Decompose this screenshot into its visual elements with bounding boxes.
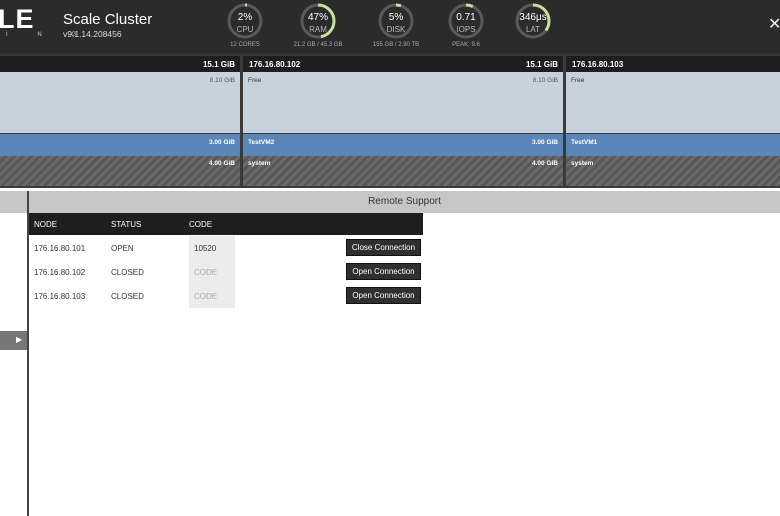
top-bar: LE I N G Scale Cluster v9.1.14.208456 2%… <box>0 0 780 54</box>
node-header: 176.16.80.103 <box>566 56 780 72</box>
brand-logo: LE <box>0 4 35 34</box>
column-header-node: NODE <box>34 220 58 229</box>
panel-title: Remote Support <box>368 196 441 207</box>
support-code-placeholder: CODE <box>194 268 218 277</box>
system-value: 4.00 GiB <box>531 160 558 167</box>
gauge-value: 346μs <box>519 12 547 23</box>
support-code-field[interactable]: CODE <box>189 260 235 284</box>
gauge-label: CPU <box>236 25 254 34</box>
support-code-field[interactable]: CODE <box>189 284 235 308</box>
open-connection-button[interactable]: Open Connection <box>346 287 421 304</box>
app-window: LE I N G Scale Cluster v9.1.14.208456 2%… <box>0 0 780 516</box>
panel-header: Remote Support <box>29 191 780 213</box>
sidebar-header <box>0 191 27 213</box>
gauge-value: 0.71 <box>456 12 476 23</box>
table-row: 176.16.80.102 CLOSED CODE Open Connectio… <box>29 260 423 284</box>
node-header: 176.16.80.102 15.1 GiB <box>243 56 563 72</box>
node-address: 176.16.80.102 <box>34 268 86 277</box>
free-memory-block: Free 8.10 GiB <box>243 72 563 133</box>
vm-memory-block[interactable]: TestVM2 3.00 GiB <box>243 134 563 156</box>
system-value: 4.00 GiB <box>208 160 235 167</box>
gauge-label: LAT <box>525 25 541 34</box>
system-memory-block: 4.00 GiB <box>0 156 240 186</box>
node-card[interactable]: 15.1 GiB 8.10 GiB 3.00 GiB 4.00 GiB <box>0 56 240 186</box>
gauge-value: 47% <box>307 12 328 23</box>
table-row: 176.16.80.101 OPEN 10520 Close Connectio… <box>29 236 423 260</box>
node-address: 176.16.80.101 <box>34 244 86 253</box>
gauge-label: DISK <box>386 25 406 34</box>
connection-status: CLOSED <box>111 292 144 301</box>
gauge-latency[interactable]: 346μs LAT <box>498 2 568 52</box>
free-memory-block: Free <box>566 72 780 133</box>
node-ip: 176.16.80.103 <box>572 60 624 69</box>
column-header-code: CODE <box>189 220 213 229</box>
vm-label: TestVM2 <box>248 139 275 146</box>
free-memory-block: 8.10 GiB <box>0 72 240 133</box>
free-value: 8.10 GiB <box>532 77 558 84</box>
column-header-status: STATUS <box>111 220 142 229</box>
support-code: 10520 <box>194 244 217 253</box>
support-code-field[interactable]: 10520 <box>189 236 235 260</box>
system-label: system <box>248 160 271 167</box>
open-connection-button[interactable]: Open Connection <box>346 263 421 280</box>
support-code-placeholder: CODE <box>194 292 218 301</box>
connection-status: CLOSED <box>111 268 144 277</box>
table-header: NODE STATUS CODE <box>29 213 423 235</box>
gauge-label: RAM <box>309 25 327 34</box>
gauge-label: IOPS <box>456 25 476 34</box>
gauge-iops[interactable]: 0.71 IOPS PEAK: 9.6 <box>431 2 501 52</box>
gauge-value: 2% <box>237 12 253 23</box>
connection-status: OPEN <box>111 244 134 253</box>
close-icon[interactable]: ✕ <box>768 14 780 34</box>
sidebar-expand-button[interactable]: ▶ <box>0 331 27 350</box>
node-card[interactable]: 176.16.80.102 15.1 GiB Free 8.10 GiB Tes… <box>243 56 563 186</box>
node-address: 176.16.80.103 <box>34 292 86 301</box>
system-label: system <box>571 160 594 167</box>
close-connection-button[interactable]: Close Connection <box>346 239 421 256</box>
vm-value: 3.00 GiB <box>208 139 235 146</box>
node-total-memory: 15.1 GiB <box>525 60 558 69</box>
vm-memory-block[interactable]: TestVM1 <box>566 134 780 156</box>
node-memory-strip: 15.1 GiB 8.10 GiB 3.00 GiB 4.00 GiB 176.… <box>0 54 780 188</box>
node-total-memory: 15.1 GiB <box>202 60 235 69</box>
system-memory-block: system <box>566 156 780 186</box>
vm-memory-block[interactable]: 3.00 GiB <box>0 134 240 156</box>
node-card[interactable]: 176.16.80.103 Free TestVM1 system <box>566 56 780 186</box>
node-header: 15.1 GiB <box>0 56 240 72</box>
free-label: Free <box>571 77 585 84</box>
system-memory-block: system 4.00 GiB <box>243 156 563 186</box>
vm-value: 3.00 GiB <box>531 139 558 146</box>
vm-label: TestVM1 <box>571 139 598 146</box>
cluster-name: Scale Cluster <box>63 11 153 28</box>
free-label: Free <box>248 77 262 84</box>
gauge-value: 5% <box>388 12 404 23</box>
cluster-version: v9.1.14.208456 <box>63 29 122 39</box>
table-row: 176.16.80.103 CLOSED CODE Open Connectio… <box>29 284 423 308</box>
node-ip: 176.16.80.102 <box>249 60 301 69</box>
play-arrow-icon: ▶ <box>16 335 23 344</box>
free-value: 8.10 GiB <box>209 77 235 84</box>
